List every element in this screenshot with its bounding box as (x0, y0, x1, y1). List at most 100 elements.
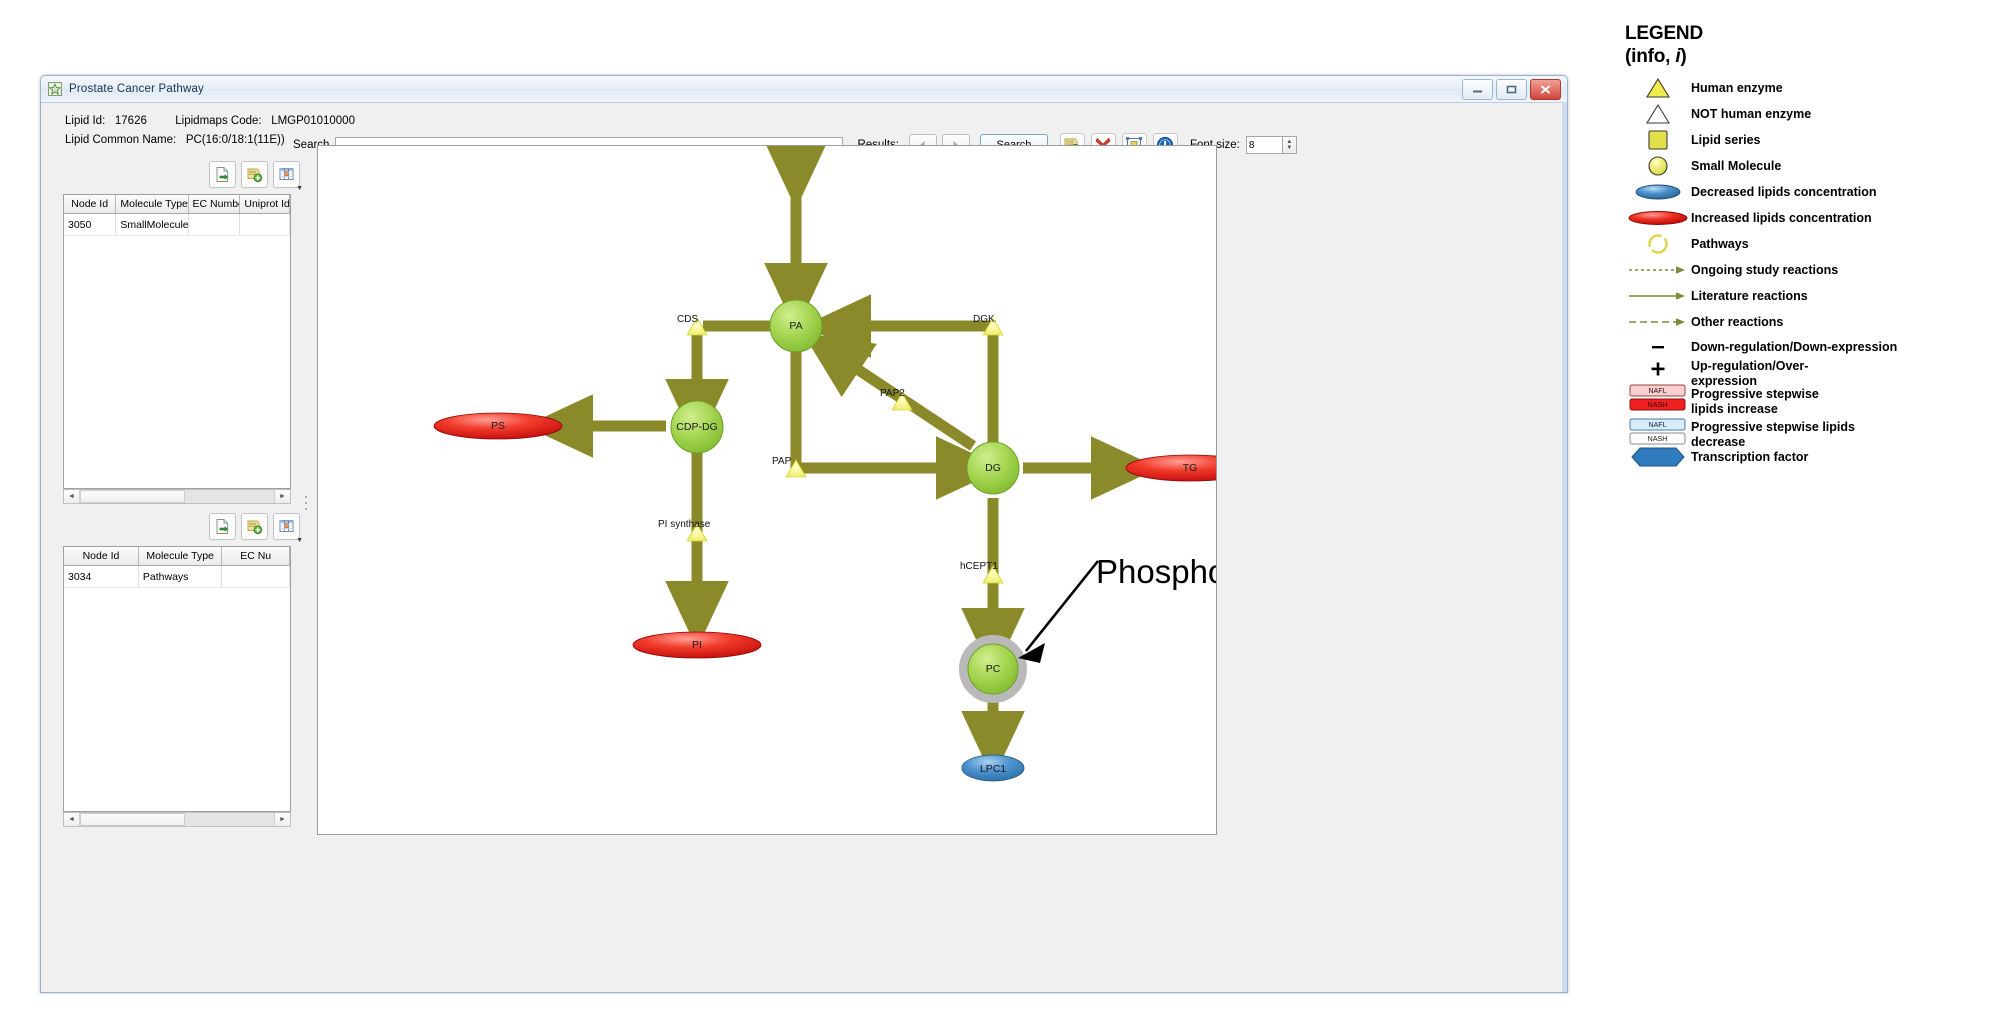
edge-label-pi-synthase: PI synthase (658, 519, 711, 530)
lipid-id-label: Lipid Id: (65, 115, 106, 127)
maximize-button[interactable] (1496, 79, 1527, 100)
top-panel-button-row: ▼ (209, 161, 303, 192)
font-size-value[interactable]: 8 (1245, 136, 1282, 154)
application-window: Prostate Cancer Pathway Lipid Id: 17626 … (40, 75, 1568, 993)
scroll-thumb[interactable] (80, 813, 185, 826)
blue-ellipse-icon (1625, 182, 1691, 202)
legend-item-small-molecule: Small Molecule (1625, 153, 1995, 179)
bottom-results-table: Node Id Molecule Type EC Nu 3034 Pathway… (64, 547, 290, 588)
outline-triangle-icon (1625, 103, 1691, 125)
node-label-pi: PI (692, 639, 702, 651)
annotation-callout: Phosphocholine (1018, 553, 1216, 663)
edge-label-pap2: PAP2 (880, 388, 905, 399)
scroll-right-button[interactable]: ► (274, 813, 290, 826)
legend-item-ongoing-study-reactions: Ongoing study reactions (1625, 257, 1995, 283)
scroll-left-button[interactable]: ◄ (64, 813, 80, 826)
legend-label: Pathways (1691, 237, 1749, 251)
scroll-track[interactable] (80, 813, 274, 826)
top-results-table-panel: Node Id Molecule Type EC Number Uniprot … (63, 194, 291, 489)
bottom-panel-button-row: ▼ (209, 513, 303, 544)
bottom-results-table-panel: Node Id Molecule Type EC Nu 3034 Pathway… (63, 546, 291, 812)
column-header-node-id[interactable]: Node Id (64, 195, 117, 214)
column-header-node-id[interactable]: Node Id (64, 547, 139, 566)
lipid-id-row: Lipid Id: 17626 Lipidmaps Code: LMGP0101… (65, 112, 355, 131)
scroll-thumb[interactable] (80, 490, 185, 503)
svg-text:NAFL: NAFL (1648, 420, 1666, 429)
table-columns-icon[interactable]: ▼ (273, 513, 303, 544)
chevron-down-icon[interactable]: ▼ (296, 537, 303, 544)
dotted-arrow-icon (1625, 264, 1691, 276)
table-header-row: Node Id Molecule Type EC Number Uniprot … (64, 195, 290, 214)
node-label-pc: PC (986, 663, 1001, 675)
yellow-circle-icon (1625, 155, 1691, 177)
window-title: Prostate Cancer Pathway (69, 83, 204, 95)
legend-label: NOT human enzyme (1691, 107, 1812, 121)
table-row[interactable]: 3050 SmallMolecule (64, 213, 290, 236)
minimize-button[interactable] (1462, 79, 1493, 100)
column-header-ec-number[interactable]: EC Nu (221, 547, 290, 566)
legend-label: Progressive stepwise lipids increase (1691, 387, 1819, 416)
legend-label: Down-regulation/Down-expression (1691, 340, 1898, 354)
cell-node-id: 3034 (64, 565, 139, 588)
minus-sign-icon (1625, 339, 1691, 355)
column-header-molecule-type[interactable]: Molecule Type (138, 547, 223, 566)
node-labels: PA CDP-DG DG PC PS PI TG LPC1 (491, 320, 1197, 775)
scroll-right-button[interactable]: ► (274, 490, 290, 503)
svg-text:NAFL: NAFL (1648, 386, 1666, 395)
pathway-canvas[interactable]: PA CDP-DG DG PC PS PI TG LPC1 CDS DGK PA… (317, 145, 1217, 835)
column-header-ec-number[interactable]: EC Number (188, 195, 241, 214)
cell-ec-number (188, 213, 241, 236)
close-button[interactable] (1530, 79, 1561, 100)
legend-item-progressive-increase: NAFL NASH Progressive stepwise lipids in… (1625, 384, 1995, 416)
cell-molecule-type: SmallMolecule (115, 213, 189, 236)
legend-item-decreased-lipids: Decreased lipids concentration (1625, 179, 1995, 205)
legend-panel: LEGEND (info, i) Human enzyme NOT human … (1625, 22, 1995, 470)
legend-item-literature-reactions: Literature reactions (1625, 283, 1995, 309)
export-document-icon[interactable] (209, 513, 236, 540)
table-columns-icon[interactable]: ▼ (273, 161, 303, 192)
legend-label: Small Molecule (1691, 159, 1782, 173)
legend-label: Increased lipids concentration (1691, 211, 1872, 225)
edge-label-dgk: DGK (973, 314, 995, 325)
node-label-cdp-dg: CDP-DG (676, 421, 717, 433)
legend-item-increased-lipids: Increased lipids concentration (1625, 205, 1995, 231)
font-size-arrows[interactable]: ▲ ▼ (1281, 136, 1297, 154)
nafl-nash-blue-bars-icon: NAFL NASH (1625, 418, 1691, 448)
font-size-stepper[interactable]: 8 ▲ ▼ (1245, 136, 1297, 154)
window-right-edge (1562, 102, 1567, 992)
pathway-nodes[interactable] (433, 299, 1216, 782)
legend-item-lipid-series: Lipid series (1625, 127, 1995, 153)
top-results-table: Node Id Molecule Type EC Number Uniprot … (64, 195, 290, 236)
node-label-dg: DG (985, 462, 1001, 474)
scroll-left-button[interactable]: ◄ (64, 490, 80, 503)
column-header-molecule-type[interactable]: Molecule Type (115, 195, 189, 214)
star-icon (48, 82, 62, 96)
legend-title-prefix: (info, (1625, 46, 1676, 67)
export-document-icon[interactable] (209, 161, 236, 188)
blue-hexagon-icon (1625, 446, 1691, 468)
edge-label-hcept1: hCEPT1 (960, 561, 998, 572)
top-panel-horizontal-scrollbar[interactable]: ◄ ► (63, 489, 291, 504)
scroll-track[interactable] (80, 490, 274, 503)
chevron-down-icon[interactable]: ▼ (296, 185, 303, 192)
window-controls (1462, 79, 1561, 100)
cell-uniprot-id (239, 213, 290, 236)
column-header-uniprot-id[interactable]: Uniprot Id (239, 195, 290, 214)
node-tg[interactable] (1125, 454, 1216, 482)
dashed-arrow-icon (1625, 316, 1691, 328)
legend-items: Human enzyme NOT human enzyme Lipid seri… (1625, 75, 1995, 470)
lipidmaps-code-label: Lipidmaps Code: (175, 115, 262, 127)
legend-label: Ongoing study reactions (1691, 263, 1839, 277)
pathway-graph: PA CDP-DG DG PC PS PI TG LPC1 CDS DGK PA… (433, 146, 1216, 782)
panel-splitter[interactable] (303, 496, 308, 510)
window-titlebar: Prostate Cancer Pathway (41, 76, 1567, 103)
legend-title: LEGEND (info, i) (1625, 22, 1995, 68)
legend-label: Progressive stepwise lipids decrease (1691, 420, 1855, 449)
legend-item-down-regulation: Down-regulation/Down-expression (1625, 335, 1995, 359)
node-label-ps: PS (491, 420, 505, 432)
add-page-icon[interactable] (241, 161, 268, 188)
table-row[interactable]: 3034 Pathways (64, 565, 290, 588)
bottom-panel-horizontal-scrollbar[interactable]: ◄ ► (63, 812, 291, 827)
font-size-decrement[interactable]: ▼ (1286, 145, 1292, 151)
add-page-icon[interactable] (241, 513, 268, 540)
